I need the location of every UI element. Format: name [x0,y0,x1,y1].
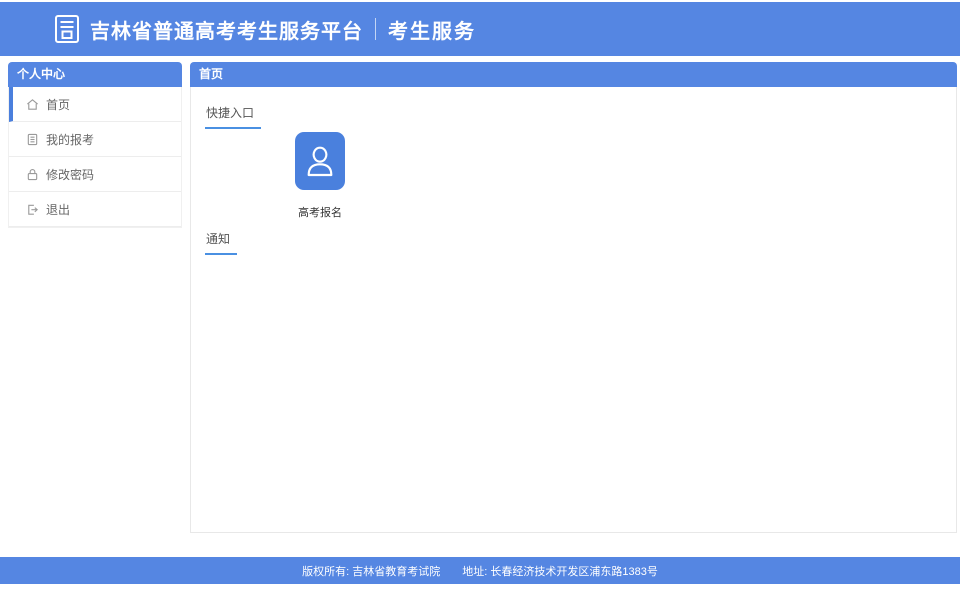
tab-quick-entry[interactable]: 快捷入口 [205,104,261,129]
sidebar-item-my-application[interactable]: 我的报考 [9,122,181,157]
platform-logo-icon [54,14,80,44]
sidebar: 个人中心 首页 [8,62,182,228]
sidebar-menu: 首页 我的报考 [8,87,182,228]
logout-icon [26,203,39,216]
sidebar-item-label: 首页 [46,96,70,113]
sidebar-item-change-password[interactable]: 修改密码 [9,157,181,192]
quick-link-gaokao-registration[interactable]: 高考报名 [295,132,345,220]
sidebar-item-label: 退出 [46,201,70,218]
main-panel: 首页 快捷入口 高考报名 通知 [190,62,957,533]
sidebar-title: 个人中心 [8,62,182,87]
tab-notice[interactable]: 通知 [205,230,237,255]
app-subtitle: 考生服务 [388,15,476,44]
person-icon [295,132,345,190]
document-icon [26,133,39,146]
main-panel-title: 首页 [190,62,957,87]
quick-link-label: 高考报名 [295,204,345,220]
sidebar-item-label: 修改密码 [46,166,94,183]
title-separator [375,18,376,40]
footer-copyright: 版权所有: 吉林省教育考试院 [302,563,440,579]
lock-icon [26,168,39,181]
page: 吉林省普通高考考生服务平台 考生服务 个人中心 首页 [0,0,960,590]
app-header: 吉林省普通高考考生服务平台 考生服务 [0,2,960,56]
app-title: 吉林省普通高考考生服务平台 [90,15,363,44]
sidebar-item-logout[interactable]: 退出 [9,192,181,227]
app-footer: 版权所有: 吉林省教育考试院 地址: 长春经济技术开发区浦东路1383号 [0,557,960,584]
footer-address: 地址: 长春经济技术开发区浦东路1383号 [462,563,658,579]
sidebar-item-home[interactable]: 首页 [9,87,181,122]
main-panel-body: 快捷入口 高考报名 通知 [190,87,957,533]
home-icon [26,98,39,111]
sidebar-item-label: 我的报考 [46,131,94,148]
